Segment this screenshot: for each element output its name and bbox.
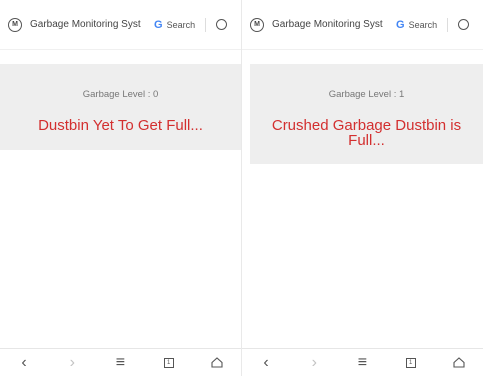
dustbin-status-text: Crushed Garbage Dustbin is Full... (271, 117, 462, 149)
separator (447, 17, 449, 32)
tabs-icon: 1 (163, 357, 174, 368)
forward-icon[interactable]: › (57, 351, 87, 375)
url-title[interactable]: Garbage Monitoring Syst (30, 19, 150, 30)
forward-icon[interactable]: › (299, 351, 329, 375)
home-icon[interactable] (444, 351, 474, 375)
menu-icon[interactable]: ≡ (347, 351, 377, 375)
reload-icon[interactable] (216, 19, 228, 30)
search-label[interactable]: Search (167, 20, 196, 30)
garbage-level-text: Garbage Level : 1 (328, 89, 405, 100)
back-icon[interactable]: ‹ (9, 351, 39, 375)
browser-bottom-bar: ‹ › ≡ 1 (242, 348, 483, 376)
url-bar[interactable]: M Garbage Monitoring Syst G Search (0, 0, 241, 50)
tabs-button[interactable]: 1 (396, 351, 426, 375)
tabs-button[interactable]: 1 (154, 351, 184, 375)
dustbin-status-text: Dustbin Yet To Get Full... (38, 117, 203, 134)
back-icon[interactable]: ‹ (251, 351, 281, 375)
reload-icon[interactable] (458, 19, 470, 30)
tabs-icon: 1 (405, 357, 416, 368)
url-bar[interactable]: M Garbage Monitoring Syst G Search (242, 0, 483, 50)
garbage-status-card: Garbage Level : 1 Crushed Garbage Dustbi… (250, 64, 483, 164)
browser-bottom-bar: ‹ › ≡ 1 (0, 348, 241, 376)
garbage-status-card: Garbage Level : 0 Dustbin Yet To Get Ful… (0, 64, 241, 150)
url-title[interactable]: Garbage Monitoring Syst (272, 19, 392, 30)
garbage-level-text: Garbage Level : 0 (82, 89, 159, 100)
separator (205, 17, 207, 32)
search-label[interactable]: Search (409, 20, 438, 30)
right-screen: M Garbage Monitoring Syst G Search Garba… (242, 0, 483, 376)
home-icon[interactable] (202, 351, 232, 375)
left-screen: M Garbage Monitoring Syst G Search Garba… (0, 0, 241, 376)
site-favicon-icon: M (250, 17, 264, 32)
site-favicon-icon: M (8, 17, 22, 32)
google-icon: G (154, 18, 163, 31)
menu-icon[interactable]: ≡ (105, 351, 135, 375)
google-icon: G (396, 18, 405, 31)
